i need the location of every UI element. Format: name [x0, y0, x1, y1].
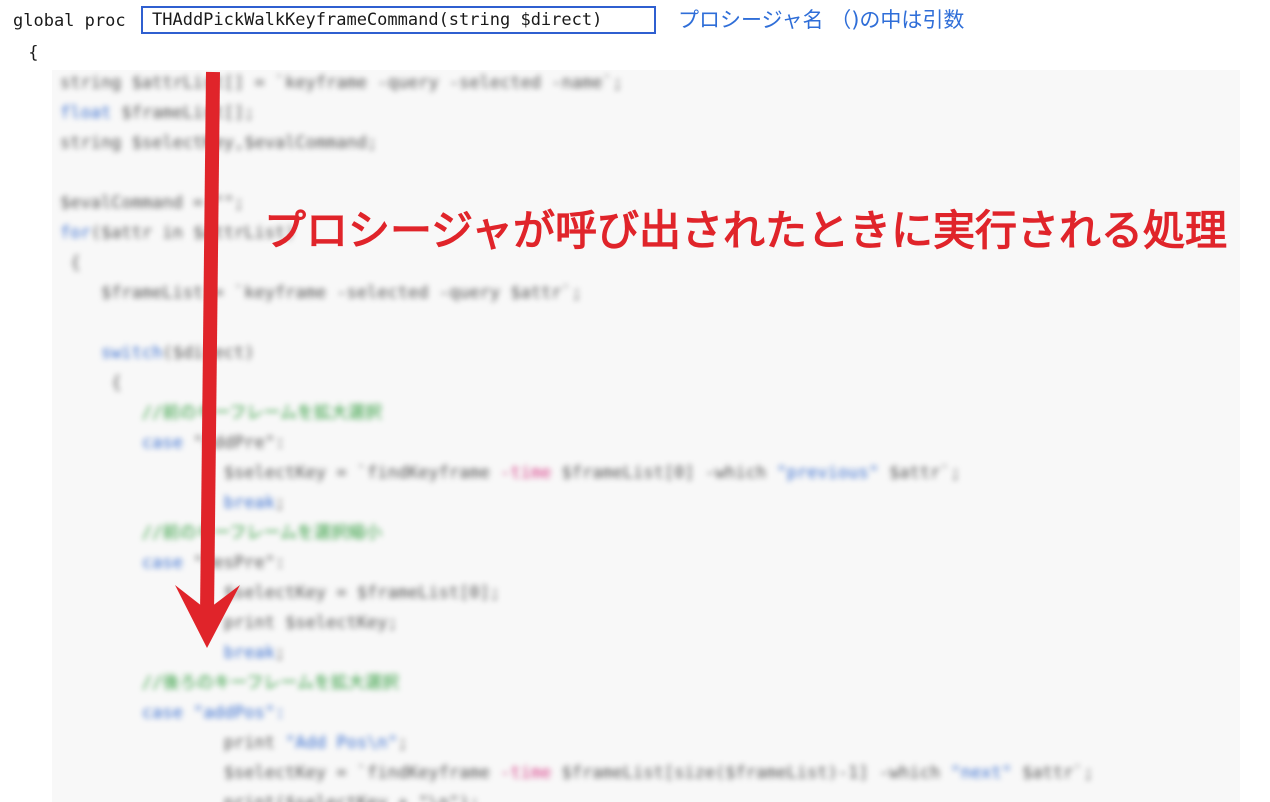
down-arrow-icon — [175, 71, 240, 648]
body-annotation: プロシージャが呼び出されたときに実行される処理 — [264, 206, 1228, 255]
arrow-shaft — [200, 71, 220, 616]
